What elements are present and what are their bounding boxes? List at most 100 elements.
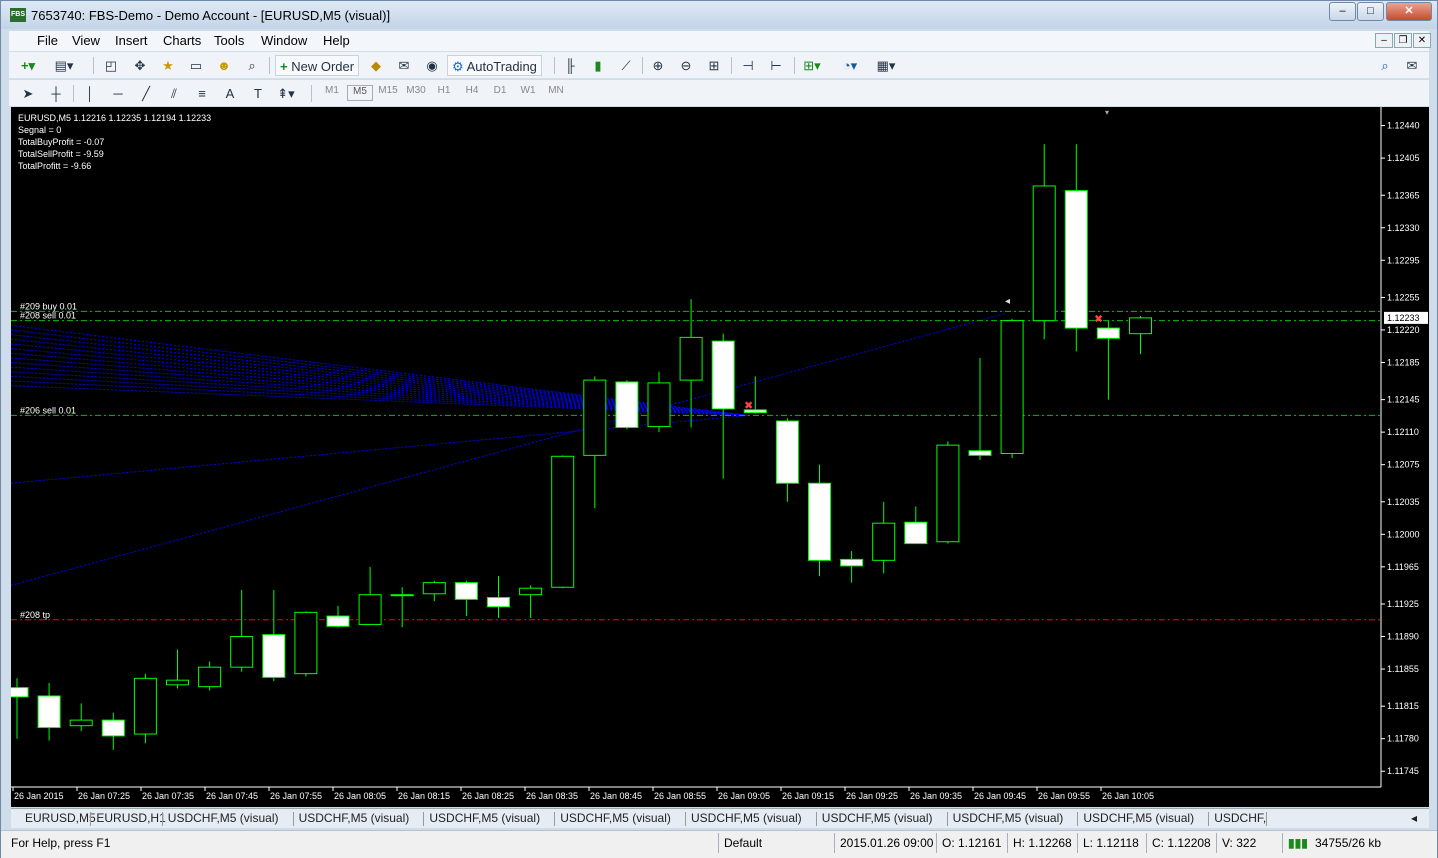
menu-view[interactable]: View bbox=[72, 33, 100, 48]
trendline-icon[interactable]: ╱ bbox=[135, 83, 157, 104]
signals-icon[interactable]: ◉ bbox=[421, 55, 443, 76]
connection-icon: ▮▮▮ bbox=[1288, 836, 1308, 850]
profiles-icon[interactable]: ▤▾ bbox=[53, 55, 75, 76]
timeframe-h4[interactable]: H4 bbox=[459, 85, 485, 96]
market-watch-icon[interactable]: ◰ bbox=[100, 55, 122, 76]
tab-separator bbox=[1208, 812, 1210, 826]
data-window-icon[interactable]: ✥ bbox=[129, 55, 151, 76]
tab-separator bbox=[90, 812, 92, 826]
candlesticks-icon[interactable]: ▮ bbox=[587, 55, 609, 76]
sell-icon[interactable]: ◆ bbox=[365, 55, 387, 76]
terminal-icon[interactable]: ▭ bbox=[185, 55, 207, 76]
chart-tab-5[interactable]: USDCHF,M5 (visual) bbox=[560, 811, 671, 825]
timeframe-m1[interactable]: M1 bbox=[319, 85, 345, 96]
chart-shift-icon[interactable]: ⊢ bbox=[765, 55, 787, 76]
menu-charts[interactable]: Charts bbox=[163, 33, 201, 48]
signal-text: Segnal = 0 bbox=[18, 125, 62, 135]
chart-tab-4[interactable]: USDCHF,M5 (visual) bbox=[429, 811, 540, 825]
chart-tab-10[interactable]: USDCHF, bbox=[1214, 811, 1266, 825]
candle-body bbox=[230, 636, 254, 668]
timeframe-d1[interactable]: D1 bbox=[487, 85, 513, 96]
candle-body bbox=[1129, 317, 1152, 335]
menu-tools[interactable]: Tools bbox=[214, 33, 244, 48]
line-chart-icon[interactable]: ⟋ bbox=[615, 55, 637, 76]
x-tick-label: 26 Jan 08:05 bbox=[334, 791, 386, 801]
candlestick-chart[interactable]: #209 buy 0.01#208 sell 0.01#206 sell 0.0… bbox=[11, 107, 1429, 807]
arrows-icon[interactable]: ⇞▾ bbox=[275, 83, 297, 104]
zoom-out-icon[interactable]: ⊖ bbox=[675, 55, 697, 76]
chart-tab-8[interactable]: USDCHF,M5 (visual) bbox=[953, 811, 1064, 825]
menu-file[interactable]: File bbox=[37, 33, 58, 48]
menu-insert[interactable]: Insert bbox=[115, 33, 148, 48]
minimize-button[interactable]: – bbox=[1329, 2, 1356, 21]
fibonacci-icon[interactable]: ≡ bbox=[191, 83, 213, 104]
vertical-line-icon[interactable]: │ bbox=[79, 83, 101, 104]
tile-windows-icon[interactable]: ⊞ bbox=[703, 55, 725, 76]
chat-icon[interactable]: ✉ bbox=[1401, 55, 1423, 76]
new-order-button[interactable]: + New Order bbox=[275, 55, 360, 76]
total-profit: TotalProfitt = -9.66 bbox=[18, 161, 92, 171]
x-tick-label: 26 Jan 08:25 bbox=[462, 791, 514, 801]
bar-chart-icon[interactable]: ╟ bbox=[559, 55, 581, 76]
maximize-button[interactable]: □ bbox=[1357, 2, 1384, 21]
mailbox-icon[interactable]: ✉ bbox=[393, 55, 415, 76]
order-label-2: #206 sell 0.01 bbox=[20, 405, 76, 415]
timeframe-m15[interactable]: M15 bbox=[375, 85, 401, 96]
strategy-tester-icon[interactable]: ☻ bbox=[213, 55, 235, 76]
close-button[interactable]: ✕ bbox=[1386, 2, 1432, 21]
menu-bar: File View Insert Charts Tools Window Hel… bbox=[9, 31, 1431, 51]
periods-icon[interactable]: ◔▾ bbox=[839, 55, 861, 76]
chart-tab-9[interactable]: USDCHF,M5 (visual) bbox=[1083, 811, 1194, 825]
auto-scroll-icon[interactable]: ⊣ bbox=[737, 55, 759, 76]
candle-body bbox=[968, 450, 992, 456]
zoom-in-icon[interactable]: ⊕ bbox=[647, 55, 669, 76]
new-chart-icon[interactable]: +▾ bbox=[17, 55, 39, 76]
chart-tab-6[interactable]: USDCHF,M5 (visual) bbox=[691, 811, 802, 825]
timeframe-mn[interactable]: MN bbox=[543, 85, 569, 96]
chart-tab-0[interactable]: EURUSD,M5 bbox=[25, 811, 96, 825]
equidistant-channel-icon[interactable]: ⫽ bbox=[163, 83, 185, 104]
x-tick-label: 26 Jan 07:35 bbox=[142, 791, 194, 801]
candle-body bbox=[11, 687, 29, 698]
templates-icon[interactable]: ▦▾ bbox=[875, 55, 897, 76]
timeframe-m30[interactable]: M30 bbox=[403, 85, 429, 96]
timeframe-h1[interactable]: H1 bbox=[431, 85, 457, 96]
new-order-icon: + bbox=[280, 59, 292, 74]
y-tick-label: 1.11925 bbox=[1387, 599, 1419, 609]
cursor-icon[interactable]: ➤ bbox=[17, 83, 39, 104]
timeframe-w1[interactable]: W1 bbox=[515, 85, 541, 96]
menu-window[interactable]: Window bbox=[261, 33, 307, 48]
indicators-icon[interactable]: ⊞▾ bbox=[801, 55, 823, 76]
horizontal-line-icon[interactable]: ─ bbox=[107, 83, 129, 104]
candle-body bbox=[101, 719, 125, 737]
chart-tab-3[interactable]: USDCHF,M5 (visual) bbox=[299, 811, 410, 825]
chart-info: EURUSD,M5 1.12216 1.12235 1.12194 1.1223… bbox=[18, 112, 211, 172]
chart-tab-7[interactable]: USDCHF,M5 (visual) bbox=[822, 811, 933, 825]
chart-window[interactable]: #209 buy 0.01 #208 sell 0.01 #206 sell 0.0… bbox=[11, 107, 1429, 807]
menu-help[interactable]: Help bbox=[323, 33, 350, 48]
navigator-icon[interactable]: ★ bbox=[157, 55, 179, 76]
mdi-minimize-button[interactable]: – bbox=[1375, 33, 1393, 48]
meta-editor-icon[interactable]: ⌕ bbox=[241, 55, 263, 76]
traffic-text: 34755/26 kb bbox=[1315, 836, 1382, 850]
y-tick-label: 1.12405 bbox=[1387, 153, 1420, 163]
auto-trading-button[interactable]: ⚙ AutoTrading bbox=[447, 55, 542, 76]
timeframe-m5[interactable]: M5 bbox=[347, 85, 373, 101]
tabs-scroll-left-icon[interactable]: ◂ bbox=[1411, 811, 1417, 825]
profile-name: Default bbox=[724, 836, 763, 850]
candle-body bbox=[936, 444, 960, 543]
candle-body bbox=[326, 615, 350, 627]
text-label-icon[interactable]: T bbox=[247, 83, 269, 104]
crosshair-icon[interactable]: ┼ bbox=[45, 83, 67, 104]
candle-body bbox=[262, 634, 286, 678]
chart-tab-1[interactable]: EURUSD,H1 bbox=[96, 811, 165, 825]
candle-body bbox=[551, 455, 575, 588]
mdi-close-button[interactable]: ✕ bbox=[1413, 33, 1431, 48]
y-tick-label: 1.12440 bbox=[1387, 121, 1420, 131]
text-icon[interactable]: A bbox=[219, 83, 241, 104]
chart-tab-2[interactable]: USDCHF,M5 (visual) bbox=[168, 811, 279, 825]
search-icon[interactable]: ⌕ bbox=[1374, 55, 1396, 76]
candle-body bbox=[454, 582, 478, 600]
x-tick-label: 26 Jan 08:35 bbox=[526, 791, 578, 801]
mdi-restore-button[interactable]: ❐ bbox=[1394, 33, 1412, 48]
